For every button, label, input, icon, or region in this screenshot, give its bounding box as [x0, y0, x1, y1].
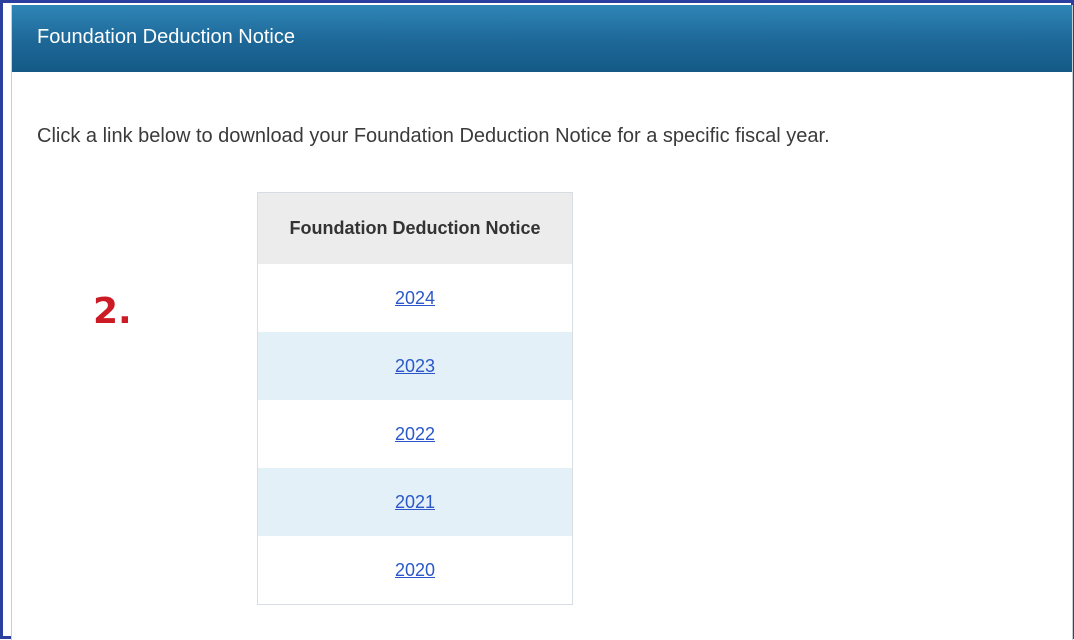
panel-header: Foundation Deduction Notice	[12, 5, 1072, 72]
table-cell: 2020	[258, 536, 573, 605]
table-cell: 2023	[257, 332, 573, 400]
fiscal-years-table: Foundation Deduction Notice 2024 2023 20…	[257, 192, 573, 605]
year-link-2022[interactable]: 2022	[395, 424, 435, 444]
step-annotation: 2.	[93, 291, 132, 332]
year-link-2021[interactable]: 2021	[395, 492, 435, 512]
deduction-notice-panel: Foundation Deduction Notice Click a link…	[11, 5, 1073, 640]
table-row: 2022	[258, 400, 573, 468]
table-row: 2020	[258, 536, 573, 605]
table-header-row: Foundation Deduction Notice	[257, 192, 573, 264]
table-cell: 2022	[258, 400, 573, 468]
table-row: 2021	[257, 468, 573, 536]
panel-title: Foundation Deduction Notice	[37, 26, 295, 48]
year-link-2024[interactable]: 2024	[395, 288, 435, 308]
table-row: 2023	[257, 332, 573, 400]
table-row: 2024	[258, 264, 573, 332]
table-cell: 2024	[258, 264, 573, 332]
year-link-2023[interactable]: 2023	[395, 356, 435, 376]
intro-text: Click a link below to download your Foun…	[37, 125, 830, 147]
column-header: Foundation Deduction Notice	[257, 192, 573, 264]
table-cell: 2021	[257, 468, 573, 536]
screenshot-frame: Foundation Deduction Notice Click a link…	[0, 0, 1074, 640]
year-link-2020[interactable]: 2020	[395, 560, 435, 580]
